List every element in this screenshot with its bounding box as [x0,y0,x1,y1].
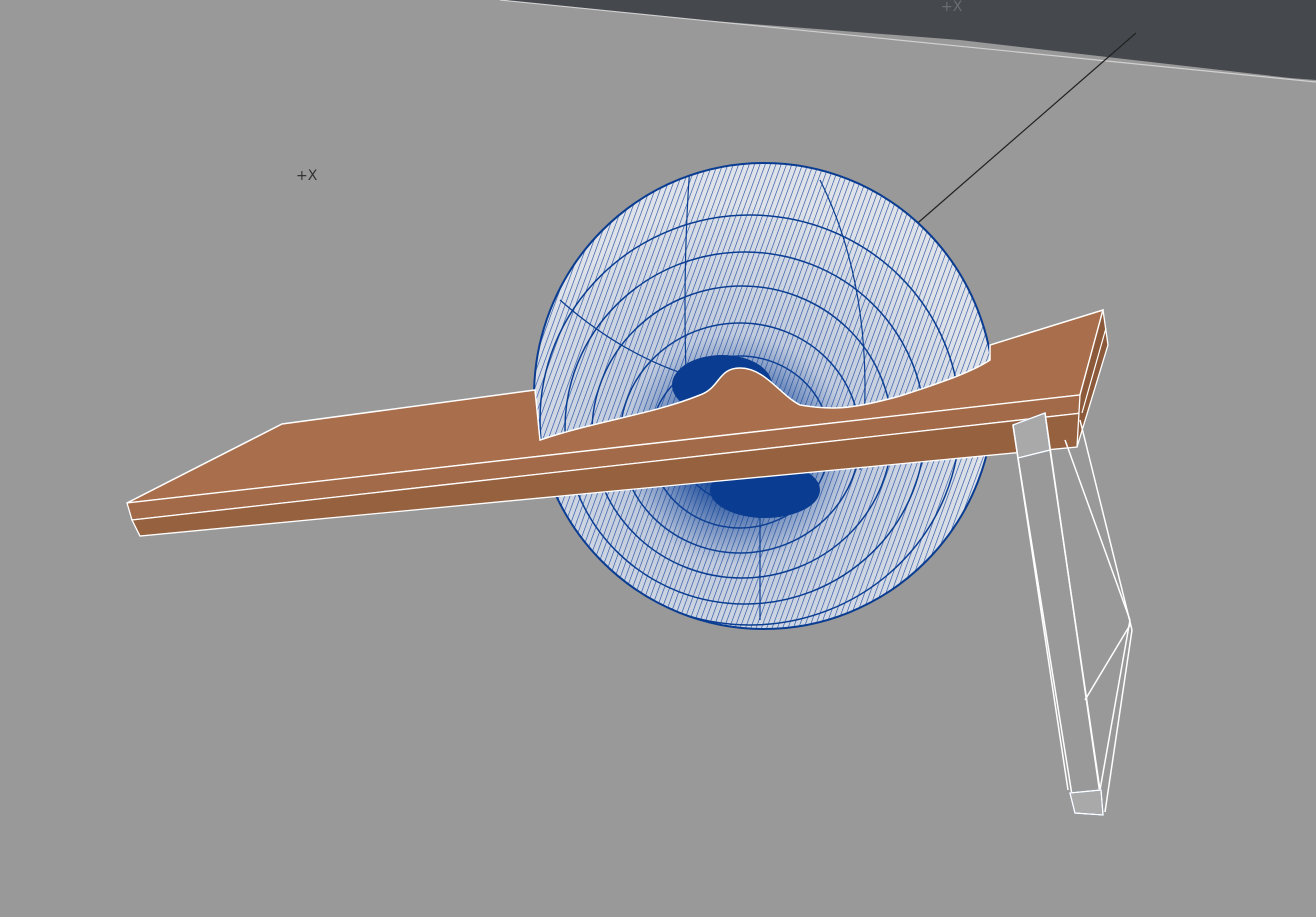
axis-label-x-top: +X [941,0,963,15]
leader-line [911,32,1137,229]
3d-viewport[interactable]: +X +X [0,0,1316,917]
viewport-scene[interactable] [0,0,1316,917]
axis-label-x: +X [296,168,318,184]
wire-frame-support[interactable] [1012,411,1133,816]
